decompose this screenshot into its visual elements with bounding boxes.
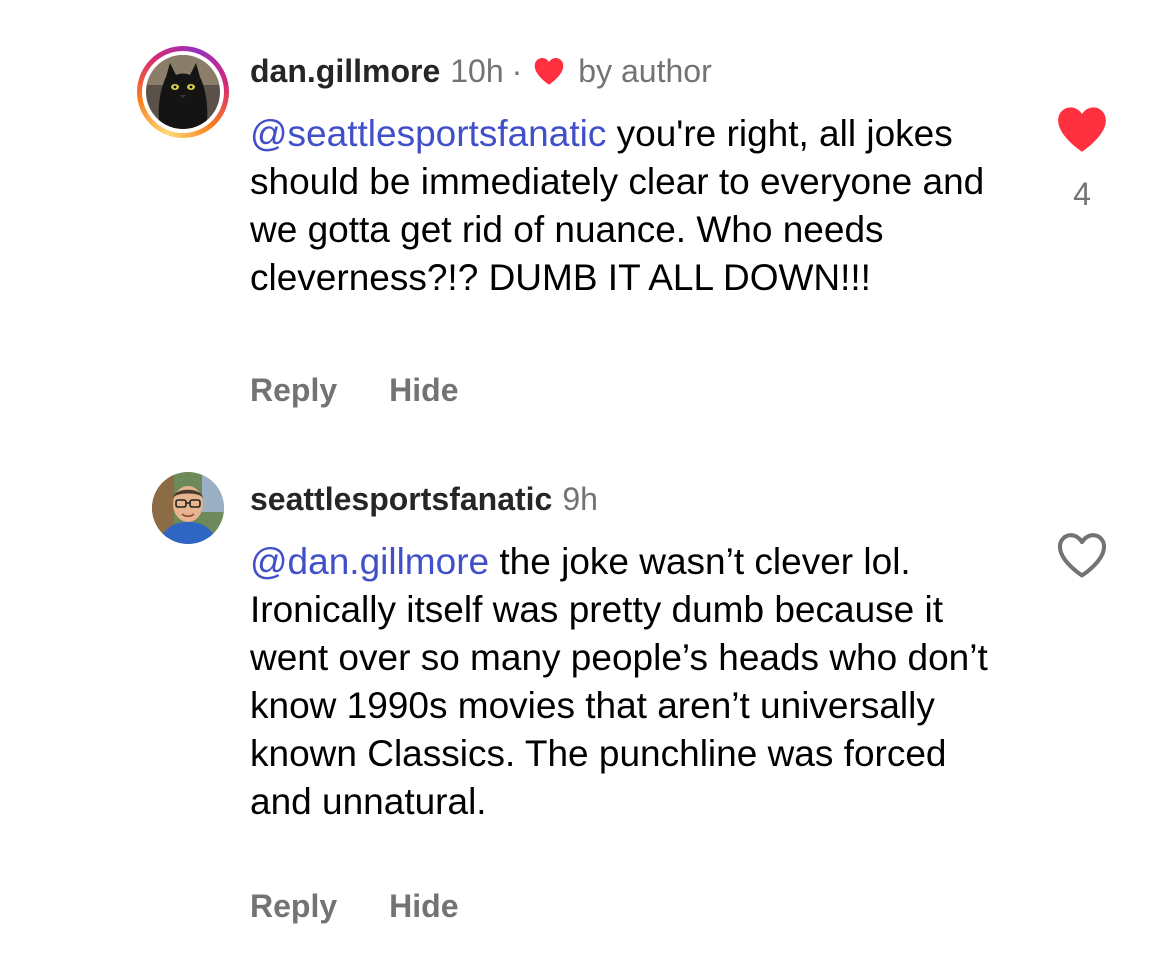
hide-button[interactable]: Hide xyxy=(389,370,458,410)
heart-filled-icon[interactable] xyxy=(1054,104,1110,154)
username[interactable]: dan.gillmore xyxy=(250,52,440,90)
man-with-glasses-avatar-icon xyxy=(152,472,224,544)
mention-link[interactable]: @seattlesportsfanatic xyxy=(250,113,606,154)
like-control: 4 xyxy=(1052,104,1112,212)
heart-outline-icon[interactable] xyxy=(1054,530,1110,580)
comment-header: dan.gillmore 10h · by author xyxy=(250,52,712,90)
comment-header: seattlesportsfanatic 9h xyxy=(250,480,598,518)
comment-text: @dan.gillmore the joke wasn’t clever lol… xyxy=(250,538,1010,826)
reply-button[interactable]: Reply xyxy=(250,886,337,926)
comment-body: the joke wasn’t clever lol. Ironically i… xyxy=(250,541,988,822)
username[interactable]: seattlesportsfanatic xyxy=(250,480,552,518)
author-badge: by author xyxy=(578,53,712,89)
comment-text: @seattlesportsfanatic you're right, all … xyxy=(250,110,1010,302)
comment-actions: Reply Hide xyxy=(250,370,458,410)
avatar xyxy=(152,472,224,544)
avatar-button[interactable] xyxy=(152,472,224,544)
separator-dot: · xyxy=(511,53,523,89)
comment-time: 9h xyxy=(562,481,598,517)
reply-button[interactable]: Reply xyxy=(250,370,337,410)
like-count[interactable]: 4 xyxy=(1052,176,1112,212)
hide-button[interactable]: Hide xyxy=(389,886,458,926)
avatar xyxy=(146,55,220,129)
heart-icon xyxy=(534,58,564,85)
comment-time: 10h xyxy=(450,53,504,89)
story-ring-avatar[interactable] xyxy=(137,46,229,138)
like-control xyxy=(1052,530,1112,580)
black-cat-avatar-icon xyxy=(146,55,220,129)
comment-actions: Reply Hide xyxy=(250,886,458,926)
mention-link[interactable]: @dan.gillmore xyxy=(250,541,489,582)
